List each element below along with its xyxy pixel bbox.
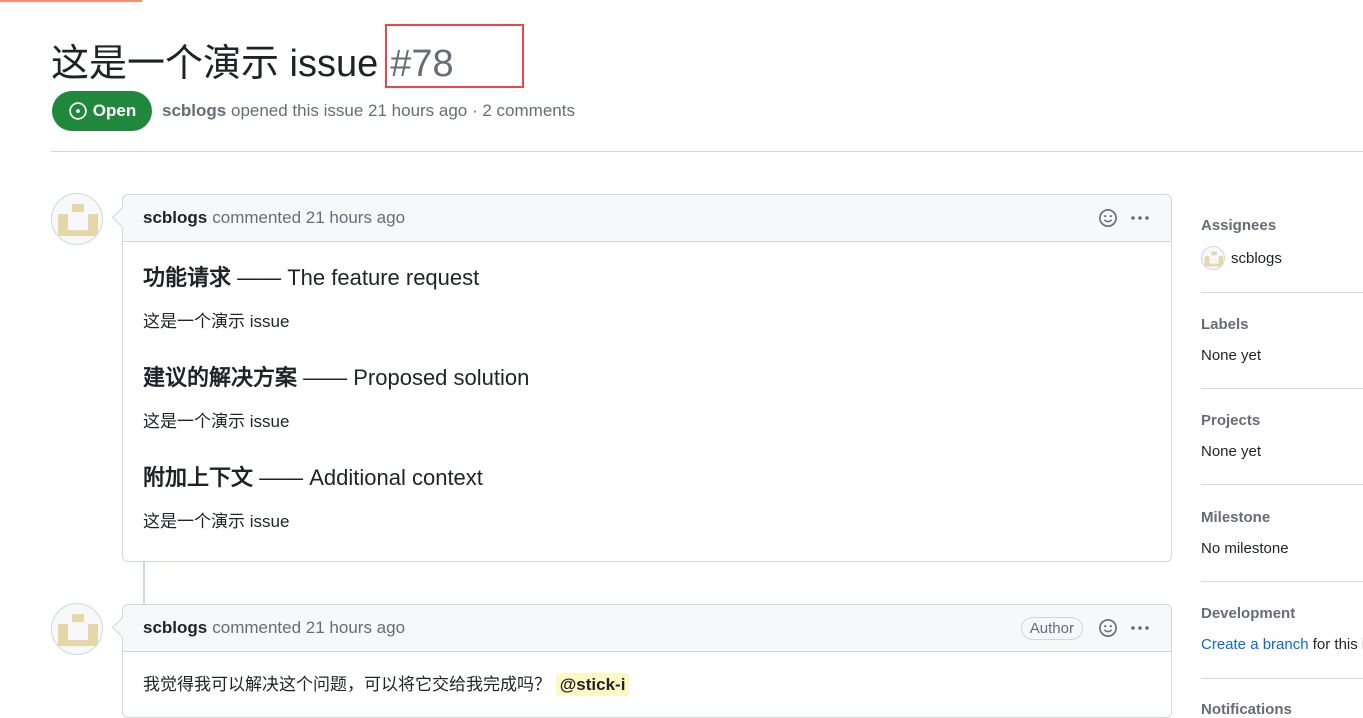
header-divider: [51, 151, 1363, 152]
section-heading-cn: 附加上下文: [143, 465, 254, 490]
sidebar-divider: [1201, 484, 1363, 485]
comment-text: 我觉得我可以解决这个问题，可以将它交给我完成吗？ @stick-i: [143, 673, 1151, 697]
assignees-heading[interactable]: Assignees: [1201, 217, 1363, 234]
milestone-heading[interactable]: Milestone: [1201, 509, 1363, 526]
milestone-value: No milestone: [1201, 540, 1289, 557]
section-heading: 建议的解决方案 —— Proposed solution: [143, 364, 1151, 392]
issue-title: 这是一个演示 issue: [51, 43, 379, 85]
notifications-heading: Notifications: [1201, 701, 1292, 718]
avatar: [1201, 246, 1225, 270]
issue-state-label: Open: [92, 101, 137, 120]
section-heading-cn: 建议的解决方案: [143, 365, 298, 390]
comment-header: scblogs commented 21 hours ago: [111, 195, 1171, 242]
development-heading[interactable]: Development: [1201, 605, 1363, 622]
sidebar-divider: [1201, 292, 1363, 293]
assignee-name: scblogs: [1231, 249, 1282, 267]
section-heading-en: —— Additional context: [253, 465, 483, 490]
avatar[interactable]: [51, 603, 103, 655]
projects-heading[interactable]: Projects: [1201, 412, 1363, 429]
sidebar-assignees: Assignees scblogs: [1201, 217, 1363, 270]
active-tab-underline: [0, 0, 142, 2]
development-value: Create a branch for this i: [1201, 636, 1363, 653]
comment-pointer: [111, 616, 134, 639]
labels-heading[interactable]: Labels: [1201, 316, 1363, 333]
sidebar-projects: Projects None yet: [1201, 412, 1363, 460]
comment-actions: Author: [1020, 605, 1151, 651]
comment-card: scblogs commented 21 hours ago 功能请求 —— T…: [111, 194, 1172, 562]
sidebar-labels: Labels None yet: [1201, 316, 1363, 364]
comment-body: 我觉得我可以解决这个问题，可以将它交给我完成吗？ @stick-i: [123, 673, 1171, 697]
section-heading: 功能请求 —— The feature request: [143, 264, 1151, 292]
development-rest-text: for this i: [1308, 636, 1363, 653]
comment-card: scblogs commented 21 hours ago Author 我觉…: [111, 604, 1172, 718]
comment-author-link[interactable]: scblogs: [143, 618, 207, 638]
sidebar-divider: [1201, 678, 1363, 679]
sidebar-milestone: Milestone No milestone: [1201, 509, 1363, 557]
identicon-image: [58, 204, 98, 236]
sidebar-development: Development Create a branch for this i: [1201, 605, 1363, 653]
smiley-icon[interactable]: [1097, 207, 1119, 229]
comment-text-body: 我觉得我可以解决这个问题，可以将它交给我完成吗？: [143, 675, 551, 694]
section-body: 这是一个演示 issue: [143, 312, 290, 331]
section-heading-en: —— Proposed solution: [297, 365, 530, 390]
comment-author-link[interactable]: scblogs: [143, 208, 207, 228]
identicon-image: [58, 614, 98, 646]
issue-state-badge: Open: [52, 91, 152, 131]
labels-value: None yet: [1201, 347, 1262, 364]
section-heading-cn: 功能请求: [143, 265, 232, 290]
create-branch-link[interactable]: Create a branch: [1201, 636, 1309, 653]
section-heading: 附加上下文 —— Additional context: [143, 464, 1151, 492]
comment-timestamp[interactable]: commented 21 hours ago: [212, 618, 405, 638]
comment-pointer: [111, 206, 134, 229]
timeline-connector: [143, 562, 145, 604]
highlight-annotation-box: [385, 24, 524, 88]
user-mention[interactable]: @stick-i: [555, 673, 630, 696]
section-body: 这是一个演示 issue: [143, 412, 290, 431]
projects-value: None yet: [1201, 443, 1262, 460]
sidebar-divider: [1201, 581, 1363, 582]
comment-timestamp[interactable]: commented 21 hours ago: [212, 208, 405, 228]
avatar[interactable]: [51, 193, 103, 245]
section-heading-en: —— The feature request: [231, 265, 480, 290]
comment-header: scblogs commented 21 hours ago Author: [111, 605, 1171, 652]
comment-actions: [1097, 195, 1151, 241]
author-badge: Author: [1020, 616, 1083, 640]
section-body: 这是一个演示 issue: [143, 512, 290, 531]
issue-opened-text: opened this issue 21 hours ago · 2 comme…: [230, 101, 575, 120]
kebab-horizontal-icon[interactable]: [1129, 617, 1151, 639]
comment-body: 功能请求 —— The feature request 这是一个演示 issue…: [123, 264, 1171, 534]
assignee-item[interactable]: scblogs: [1201, 246, 1363, 270]
kebab-horizontal-icon[interactable]: [1129, 207, 1151, 229]
issue-author-link[interactable]: scblogs: [162, 101, 226, 120]
smiley-icon[interactable]: [1097, 617, 1119, 639]
sidebar-divider: [1201, 388, 1363, 389]
issue-opened-icon: [69, 102, 87, 120]
issue-meta: scblogs opened this issue 21 hours ago ·…: [162, 101, 575, 121]
sidebar-notifications: Notifications: [1201, 701, 1363, 718]
